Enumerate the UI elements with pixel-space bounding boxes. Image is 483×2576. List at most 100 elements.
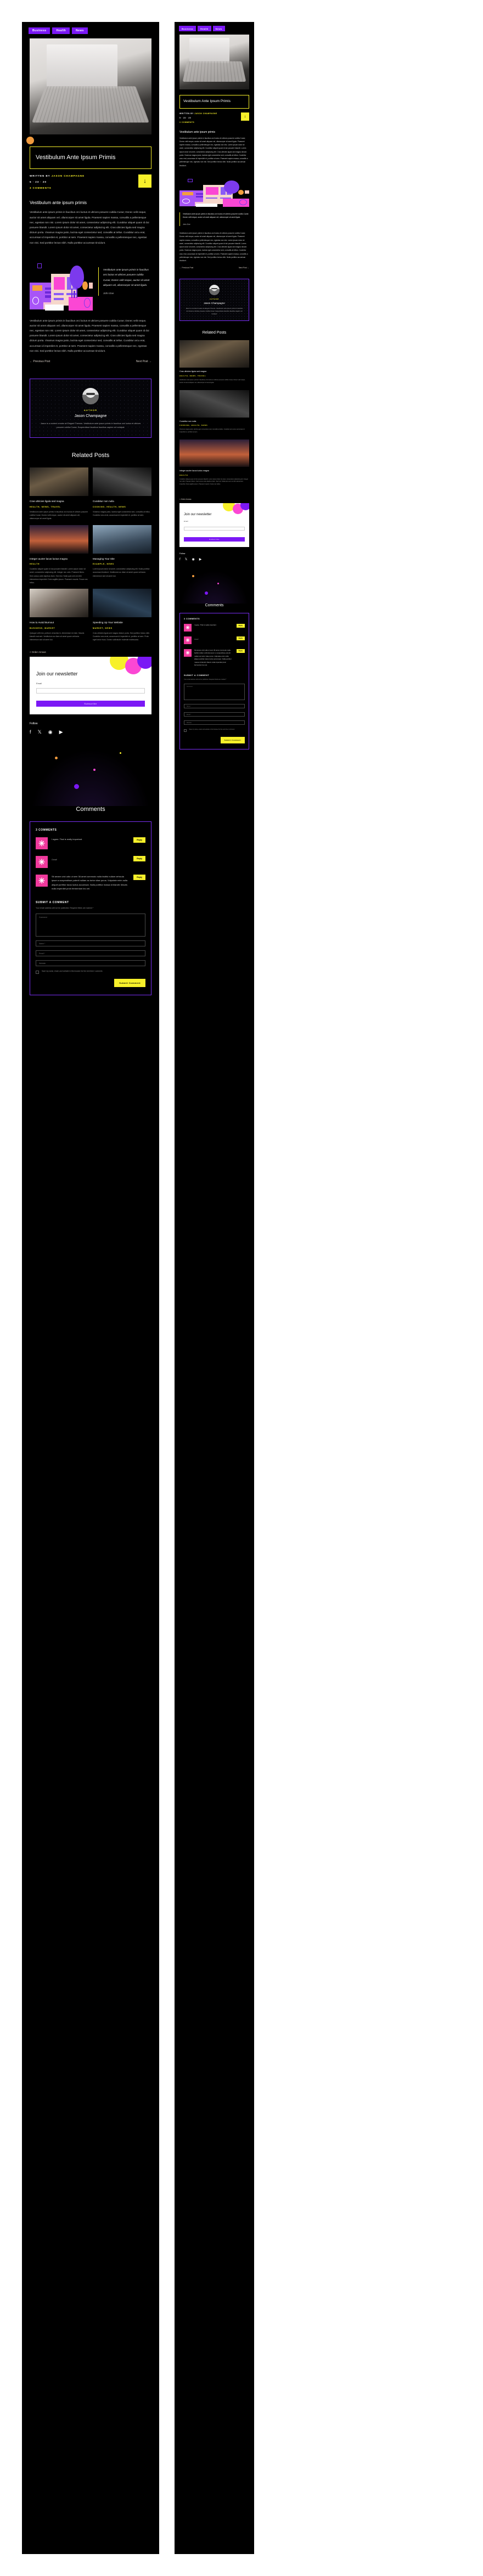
- newsletter-email-input[interactable]: [184, 527, 245, 531]
- related-post-title[interactable]: Cras ultricies ligula sed magna: [179, 370, 249, 374]
- related-post-thumbnail: [30, 589, 88, 618]
- related-post-title[interactable]: Managing Your Site: [93, 557, 151, 561]
- reply-button[interactable]: Reply: [133, 837, 145, 843]
- post-author-name[interactable]: JASON CHAMPAGNE: [52, 174, 85, 177]
- newsletter-email-input[interactable]: [36, 688, 145, 694]
- orange-dot-accent: [55, 756, 58, 759]
- related-post-card[interactable]: Curabitur non nulla COOKING, HEALTH, NEW…: [93, 467, 151, 520]
- instagram-icon[interactable]: ◉: [192, 558, 195, 561]
- scroll-down-button[interactable]: ↓: [241, 112, 249, 121]
- consent-checkbox[interactable]: [36, 971, 39, 974]
- related-post-category[interactable]: HEALTH: [179, 475, 249, 476]
- twitter-icon[interactable]: 𝕏: [185, 558, 188, 561]
- related-post-category[interactable]: HEALTH, NEWS, TRAVEL: [179, 375, 249, 377]
- next-post-link[interactable]: Next Post →: [239, 267, 249, 269]
- comment-website-input[interactable]: Website: [36, 960, 145, 967]
- related-post-card[interactable]: Integer aucter lacus luctus magna HEALTH…: [179, 439, 249, 486]
- related-post-card[interactable]: Curabitur non nulla COOKING, HEALTH, NEW…: [179, 390, 249, 434]
- comment-item: ✳ I agree. That is really important. Rep…: [36, 837, 145, 849]
- related-post-title[interactable]: Cras ultricies ligula sed magna: [30, 499, 88, 503]
- previous-post-link[interactable]: ← Previous Post: [30, 360, 50, 363]
- submit-comment-button[interactable]: Submit Comment: [114, 979, 145, 988]
- comment-textarea[interactable]: Comment: [36, 914, 145, 937]
- related-post-card[interactable]: Speeding Up Your Website MARKET, NEWS Cr…: [93, 589, 151, 641]
- post-comment-count[interactable]: 3 COMMENTS: [30, 187, 85, 189]
- post-title-card: Vestibulum Ante Ipsum Primis: [30, 146, 151, 170]
- related-post-category[interactable]: MARKET, NEWS: [93, 627, 151, 629]
- tag-business[interactable]: Business: [179, 26, 196, 31]
- pullquote-author: John Doe: [103, 291, 114, 295]
- tag-business[interactable]: Business: [29, 27, 50, 34]
- comment-name-input[interactable]: Name *: [184, 704, 245, 709]
- post-date: 5 · 23 · 20: [30, 181, 47, 184]
- related-post-category[interactable]: EXAMPLE, NEWS: [93, 563, 151, 565]
- article-paragraph-1: Vestibulum ante ipsum primis in faucibus…: [30, 211, 149, 244]
- tag-health[interactable]: Health: [52, 27, 70, 34]
- newsletter-subscribe-button[interactable]: Subscribe: [36, 700, 145, 707]
- related-post-title[interactable]: Integer aucter lacus luctus magna: [179, 470, 249, 473]
- tag-health[interactable]: Health: [198, 26, 211, 31]
- instagram-icon[interactable]: ◉: [48, 729, 53, 735]
- reply-button[interactable]: Reply: [236, 624, 245, 628]
- comment-textarea[interactable]: Comment: [184, 684, 245, 701]
- related-post-card[interactable]: How to Avoid Burnout BUSINESS, MARKET Qu…: [30, 589, 88, 641]
- reply-button[interactable]: Reply: [236, 636, 245, 641]
- newsletter-email-label: Email: [184, 520, 188, 523]
- related-post-category[interactable]: COOKING, HEALTH, NEWS: [179, 425, 249, 426]
- post-author-name[interactable]: JASON CHAMPAGNE: [194, 112, 217, 115]
- related-post-excerpt: Vestibulum ante ipsum primis in faucibus…: [30, 510, 88, 520]
- related-post-title[interactable]: Curabitur non nulla: [93, 499, 151, 503]
- post-navigation: ← Previous Post Next Post →: [22, 353, 159, 370]
- facebook-icon[interactable]: f: [179, 558, 181, 561]
- comments-count: 3 COMMENTS: [36, 828, 57, 832]
- youtube-icon[interactable]: ▶: [199, 558, 202, 561]
- comment-consent-row[interactable]: Save my name, email, and website in this…: [184, 729, 245, 732]
- previous-post-link[interactable]: ← Previous Post: [179, 267, 193, 269]
- consent-checkbox[interactable]: [184, 729, 187, 732]
- tag-news[interactable]: News: [72, 27, 88, 34]
- reply-button[interactable]: Reply: [133, 874, 145, 880]
- facebook-icon[interactable]: f: [30, 729, 31, 735]
- comment-item: ✳ I agree. That is really important. Rep…: [184, 624, 245, 632]
- related-post-thumbnail: [179, 340, 249, 368]
- related-post-title[interactable]: Speeding Up Your Website: [93, 621, 151, 624]
- related-post-excerpt: Vivamus magna justo, lacinia eget consec…: [93, 510, 150, 517]
- comment-website-input[interactable]: Website: [184, 720, 245, 725]
- related-post-card[interactable]: Managing Your Site EXAMPLE, NEWS Lorem i…: [93, 525, 151, 585]
- related-post-category[interactable]: COOKING, HEALTH, NEWS: [93, 506, 151, 508]
- related-post-card[interactable]: Integer aucter lacus luctus magna HEALTH…: [30, 525, 88, 585]
- reply-button[interactable]: Reply: [133, 855, 145, 861]
- avatar: [82, 388, 99, 405]
- related-post-title[interactable]: How to Avoid Burnout: [30, 621, 88, 624]
- tag-news[interactable]: News: [212, 26, 225, 31]
- article-paragraph-2: Vestibulum ante ipsum primis in faucibus…: [30, 319, 149, 352]
- pullquote-text: Vestibulum ante ipsum primis in faucibus…: [103, 268, 150, 286]
- related-post-card[interactable]: Cras ultricies ligula sed magna HEALTH, …: [179, 340, 249, 384]
- related-post-category[interactable]: HEALTH, NEWS, TRAVEL: [30, 506, 88, 508]
- written-by-label: WRITTEN BY: [30, 174, 50, 178]
- related-post-category[interactable]: BUSINESS, MARKET: [30, 627, 88, 629]
- newsletter-card: Join our newsletter Email Subscribe: [30, 656, 151, 714]
- related-post-card[interactable]: Cras ultricies ligula sed magna HEALTH, …: [30, 467, 88, 520]
- comment-consent-row[interactable]: Save my name, email, and website in this…: [36, 970, 145, 974]
- post-comment-count[interactable]: 3 COMMENTS: [179, 121, 217, 123]
- scroll-down-button[interactable]: ↓: [138, 174, 151, 188]
- next-post-link[interactable]: Next Post →: [136, 360, 151, 363]
- youtube-icon[interactable]: ▶: [59, 729, 63, 735]
- order-arrows-label: < Order Arrows: [30, 650, 46, 653]
- comment-avatar-icon: ✳: [184, 649, 192, 657]
- comment-avatar-icon: ✳: [36, 874, 48, 887]
- reply-button[interactable]: Reply: [236, 649, 245, 653]
- related-post-title[interactable]: Curabitur non nulla: [179, 420, 249, 424]
- newsletter-subscribe-button[interactable]: Subscribe: [184, 537, 245, 542]
- related-post-title[interactable]: Integer aucter lacus luctus magna: [30, 557, 88, 561]
- post-navigation: ← Previous Post Next Post →: [175, 262, 254, 273]
- related-post-thumbnail: [93, 589, 151, 618]
- comment-email-input[interactable]: Email *: [184, 712, 245, 717]
- comment-email-input[interactable]: Email *: [36, 950, 145, 957]
- comment-name-input[interactable]: Name *: [36, 940, 145, 947]
- submit-comment-button[interactable]: Submit Comment: [220, 736, 245, 743]
- twitter-icon[interactable]: 𝕏: [38, 729, 42, 735]
- related-post-category[interactable]: HEALTH: [30, 563, 88, 565]
- comment-text: I agree. That is really important.: [52, 837, 83, 841]
